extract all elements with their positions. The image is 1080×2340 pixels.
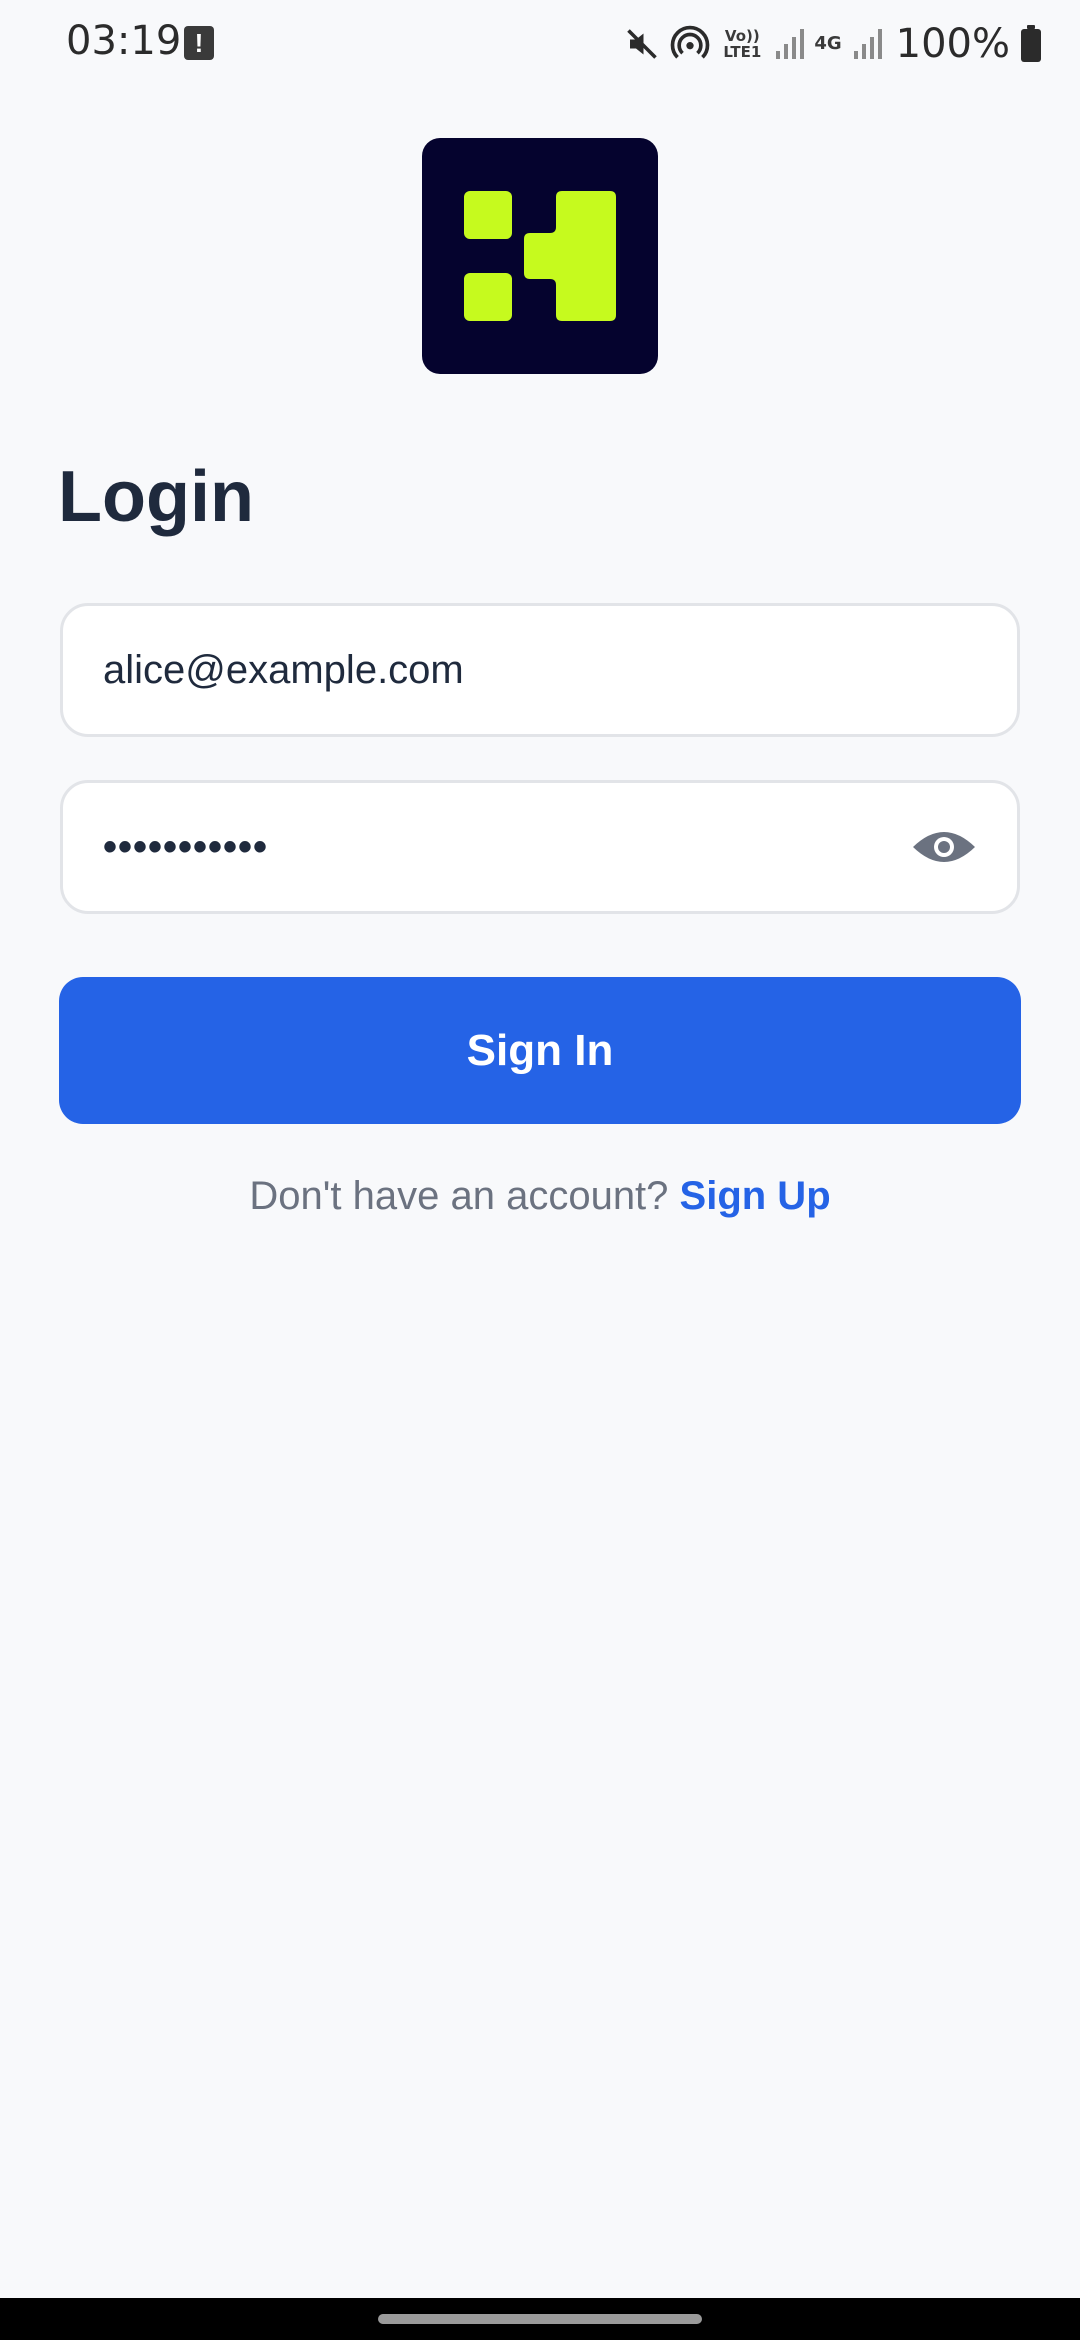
eye-icon[interactable] (911, 823, 977, 871)
password-field[interactable]: ••••••••••• (60, 780, 1020, 914)
email-input[interactable] (103, 606, 923, 734)
mute-icon (624, 26, 660, 62)
alert-icon: ! (184, 26, 214, 60)
password-input[interactable]: ••••••••••• (103, 783, 923, 911)
status-icons: Vo)) LTE1 4G 100% (624, 16, 1042, 72)
signup-row: Don't have an account? Sign Up (0, 1170, 1080, 1222)
battery-percent: 100% (895, 21, 1010, 67)
network-4g-icon: 4G (814, 33, 842, 54)
volte-icon: Vo)) LTE1 (723, 27, 762, 61)
signup-prompt: Don't have an account? (249, 1174, 680, 1218)
signal-icon (774, 27, 805, 61)
status-bar: 03:19 ! Vo)) LTE1 4G 100% (0, 0, 1080, 90)
hotspot-icon (670, 24, 710, 64)
sign-up-link[interactable]: Sign Up (680, 1174, 831, 1218)
sign-in-button[interactable]: Sign In (59, 977, 1021, 1124)
status-time: 03:19 (66, 18, 182, 64)
email-field[interactable] (60, 603, 1020, 737)
battery-icon (1020, 25, 1042, 63)
navigation-bar (0, 2298, 1080, 2340)
signal-icon (852, 27, 882, 61)
app-logo-icon (422, 138, 658, 374)
home-indicator[interactable] (378, 2314, 702, 2324)
page-title: Login (58, 457, 254, 537)
